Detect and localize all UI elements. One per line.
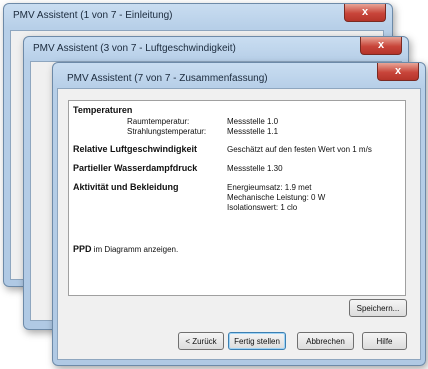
air-speed-value: Geschätzt auf den festen Wert von 1 m/s — [227, 145, 372, 154]
close-button[interactable]: x — [377, 63, 419, 81]
window-title: PMV Assistent (7 von 7 - Zusammenfassung… — [67, 73, 268, 84]
activity-heading: Aktivität und Bekleidung — [73, 182, 179, 192]
summary-panel: Temperaturen Raumtemperatur: Messstelle … — [68, 100, 406, 296]
room-temperature-value: Messstelle 1.0 — [227, 117, 279, 126]
room-temperature-label: Raumtemperatur: — [127, 117, 190, 126]
window-title: PMV Assistent (1 von 7 - Einleitung) — [13, 10, 173, 21]
finish-button[interactable]: Fertig stellen — [228, 332, 286, 350]
window-client-area: Temperaturen Raumtemperatur: Messstelle … — [57, 88, 421, 360]
temperature-heading: Temperaturen — [73, 105, 133, 115]
insulation-value: Isolationswert: 1 clo — [227, 203, 298, 212]
close-button[interactable]: x — [344, 4, 386, 22]
cancel-button[interactable]: Abbrechen — [297, 332, 354, 350]
energy-value: Energieumsatz: 1.9 met — [227, 183, 312, 192]
vapor-pressure-value: Messstelle 1.30 — [227, 164, 283, 173]
radiant-temperature-value: Messstelle 1.1 — [227, 127, 279, 136]
mechanical-power-value: Mechanische Leistung: 0 W — [227, 193, 326, 202]
window-title: PMV Assistent (3 von 7 - Luftgeschwindig… — [33, 43, 236, 54]
help-button[interactable]: Hilfe — [362, 332, 407, 350]
ppd-text: im Diagramm anzeigen. — [93, 245, 179, 254]
ppd-line: PPD im Diagramm anzeigen. — [73, 244, 178, 254]
vapor-pressure-heading: Partieller Wasserdampfdruck — [73, 163, 198, 173]
save-button[interactable]: Speichern... — [349, 299, 407, 317]
close-button[interactable]: x — [360, 37, 402, 55]
wizard-window-summary: PMV Assistent (7 von 7 - Zusammenfassung… — [52, 62, 426, 366]
air-speed-heading: Relative Luftgeschwindigkeit — [73, 144, 198, 154]
radiant-temperature-label: Strahlungstemperatur: — [127, 127, 207, 136]
back-button[interactable]: < Zurück — [178, 332, 224, 350]
ppd-label: PPD — [73, 244, 92, 254]
